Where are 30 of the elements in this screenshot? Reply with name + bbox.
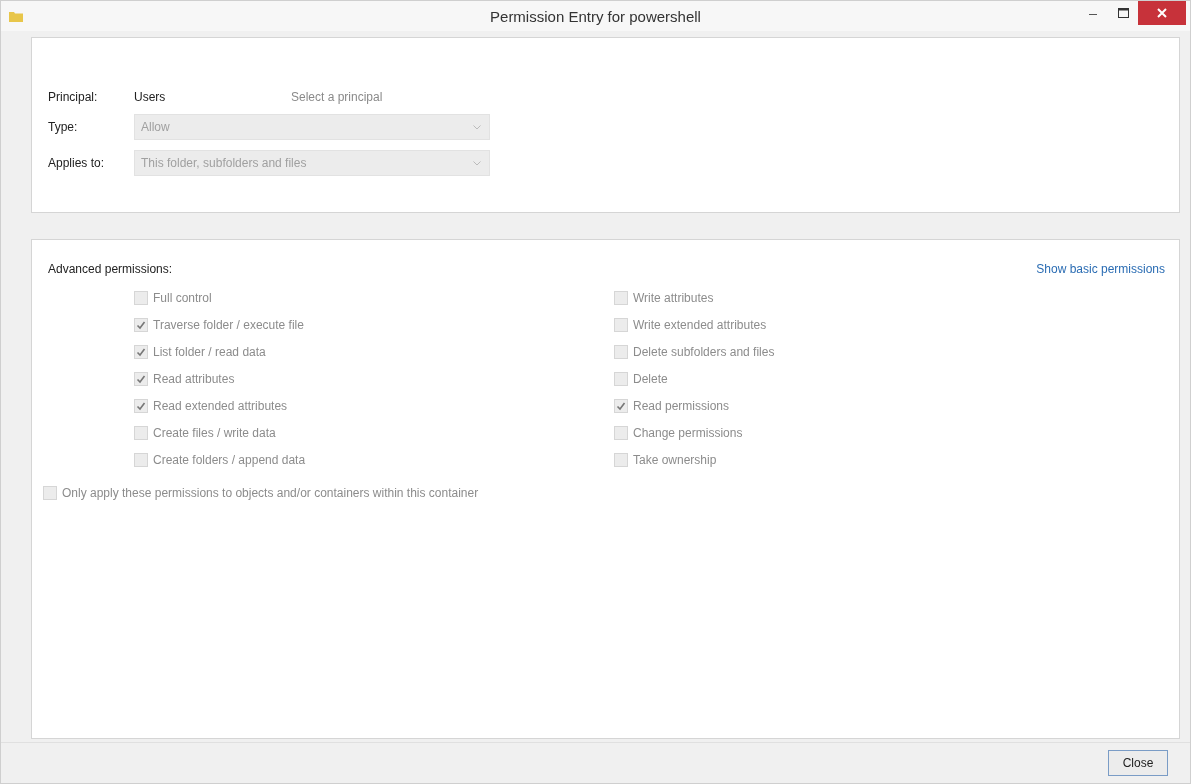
chevron-down-icon bbox=[473, 124, 481, 130]
checkbox-label: Take ownership bbox=[633, 452, 717, 467]
section-title: Advanced permissions: bbox=[48, 262, 173, 276]
chevron-down-icon bbox=[473, 160, 481, 166]
checkbox-label: Read extended attributes bbox=[153, 398, 288, 413]
window-title: Permission Entry for powershell bbox=[490, 7, 701, 25]
checkbox-label: Read permissions bbox=[633, 398, 730, 413]
checkbox-label: Delete subfolders and files bbox=[633, 344, 775, 359]
checkbox-label: List folder / read data bbox=[153, 344, 266, 359]
checkbox-label: Traverse folder / execute file bbox=[153, 317, 304, 332]
close-dialog-button[interactable]: Close bbox=[1108, 750, 1168, 776]
show-basic-permissions-link[interactable]: Show basic permissions bbox=[1036, 262, 1165, 276]
principal-value: Users bbox=[134, 90, 166, 104]
field-label: Principal: bbox=[48, 90, 98, 104]
folder-icon bbox=[9, 10, 23, 22]
field-label: Applies to: bbox=[48, 156, 105, 170]
close-button[interactable] bbox=[1138, 1, 1186, 25]
checkbox-label: Only apply these permissions to objects and/or containers within this container bbox=[62, 485, 479, 500]
close-icon bbox=[1157, 8, 1167, 18]
checkbox-label: Write extended attributes bbox=[633, 317, 767, 332]
select-principal-link[interactable]: Select a principal bbox=[291, 90, 383, 104]
maximize-icon bbox=[1117, 8, 1129, 18]
checkbox-label: Full control bbox=[153, 290, 212, 305]
checkbox-label: Create folders / append data bbox=[153, 452, 306, 467]
checkbox-label: Delete bbox=[633, 371, 668, 386]
field-label: Type: bbox=[48, 120, 78, 134]
checkbox-label: Create files / write data bbox=[153, 425, 276, 440]
checkbox-label: Change permissions bbox=[633, 425, 743, 440]
checkbox-label: Write attributes bbox=[633, 290, 714, 305]
checkbox-label: Read attributes bbox=[153, 371, 235, 386]
